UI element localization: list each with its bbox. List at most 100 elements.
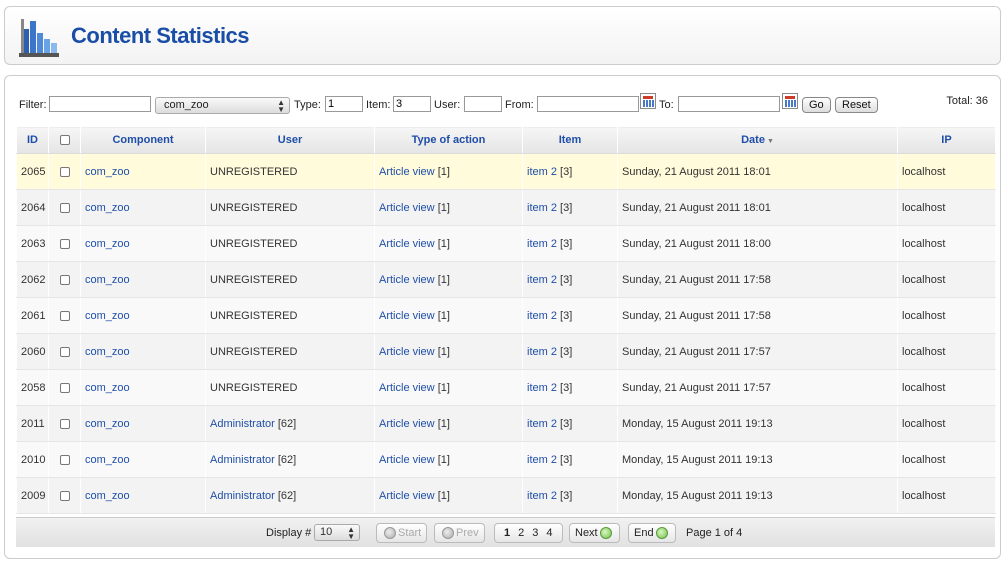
item-link[interactable]: item 2	[527, 166, 557, 178]
sort-date-link[interactable]: Date	[741, 134, 765, 146]
row-checkbox[interactable]	[59, 202, 70, 213]
go-button[interactable]: Go	[802, 97, 831, 113]
col-header-type[interactable]: Type of action	[374, 126, 523, 154]
item-link[interactable]: item 2	[527, 310, 557, 322]
cell-date: Sunday, 21 August 2011 18:01	[617, 153, 898, 190]
type-link[interactable]: Article view	[379, 202, 435, 214]
type-link[interactable]: Article view	[379, 166, 435, 178]
item-link[interactable]: item 2	[527, 490, 557, 502]
table-row[interactable]: 2065 com_zoo UNREGISTERED Article view [1] i…	[16, 153, 996, 190]
cell-type: Article view [1]	[374, 297, 523, 334]
filter-input[interactable]	[49, 96, 151, 112]
sort-user-link[interactable]: User	[278, 134, 302, 146]
item-input[interactable]	[393, 96, 431, 112]
table-row[interactable]: 2010 com_zoo Administrator [62] Article vie…	[16, 441, 996, 478]
table-row[interactable]: 2064 com_zoo UNREGISTERED Article view [1] i…	[16, 189, 996, 226]
table-row[interactable]: 2061 com_zoo UNREGISTERED Article view [1] i…	[16, 297, 996, 334]
cell-type: Article view [1]	[374, 189, 523, 226]
table-row[interactable]: 2011 com_zoo Administrator [62] Article vie…	[16, 405, 996, 442]
col-header-checkbox[interactable]	[48, 126, 81, 154]
item-link[interactable]: item 2	[527, 274, 557, 286]
col-header-item[interactable]: Item	[522, 126, 618, 154]
type-link[interactable]: Article view	[379, 490, 435, 502]
row-checkbox[interactable]	[59, 490, 70, 501]
component-link[interactable]: com_zoo	[85, 310, 130, 322]
item-link[interactable]: item 2	[527, 418, 557, 430]
component-link[interactable]: com_zoo	[85, 238, 130, 250]
component-link[interactable]: com_zoo	[85, 418, 130, 430]
end-button[interactable]: End	[628, 523, 676, 543]
col-header-user[interactable]: User	[205, 126, 375, 154]
item-link[interactable]: item 2	[527, 382, 557, 394]
type-link[interactable]: Article view	[379, 238, 435, 250]
item-link[interactable]: item 2	[527, 238, 557, 250]
row-checkbox[interactable]	[59, 454, 70, 465]
page-link-3[interactable]: 3	[532, 527, 538, 539]
select-all-checkbox[interactable]	[59, 135, 70, 146]
component-link[interactable]: com_zoo	[85, 454, 130, 466]
component-link[interactable]: com_zoo	[85, 490, 130, 502]
table-row[interactable]: 2063 com_zoo UNREGISTERED Article view [1] i…	[16, 225, 996, 262]
type-link[interactable]: Article view	[379, 346, 435, 358]
row-checkbox[interactable]	[59, 274, 70, 285]
reset-button[interactable]: Reset	[835, 97, 878, 113]
cell-type: Article view [1]	[374, 333, 523, 370]
statistics-panel: Filter: com_zoo ▲▼ Type: Item: User: Fro…	[4, 75, 1001, 559]
component-link[interactable]: com_zoo	[85, 274, 130, 286]
component-link[interactable]: com_zoo	[85, 382, 130, 394]
row-checkbox[interactable]	[59, 382, 70, 393]
user-link[interactable]: Administrator	[210, 418, 275, 430]
sort-component-link[interactable]: Component	[112, 134, 173, 146]
to-date-input[interactable]	[678, 96, 780, 112]
next-button[interactable]: Next	[569, 523, 620, 543]
cell-checkbox	[48, 225, 81, 262]
item-link[interactable]: item 2	[527, 346, 557, 358]
type-link[interactable]: Article view	[379, 274, 435, 286]
component-select[interactable]: com_zoo ▲ ▼	[155, 97, 290, 114]
sort-item-link[interactable]: Item	[559, 134, 582, 146]
from-calendar-icon[interactable]	[640, 93, 656, 109]
col-header-date[interactable]: Date ▼	[617, 126, 898, 154]
type-link[interactable]: Article view	[379, 418, 435, 430]
item-link[interactable]: item 2	[527, 454, 557, 466]
type-input[interactable]	[325, 96, 363, 112]
sort-ip-link[interactable]: IP	[941, 134, 951, 146]
col-header-component[interactable]: Component	[80, 126, 206, 154]
display-count-select[interactable]: 10 ▲ ▼	[314, 524, 360, 541]
sort-id-link[interactable]: ID	[27, 134, 38, 146]
user-link[interactable]: Administrator	[210, 490, 275, 502]
cell-checkbox	[48, 153, 81, 190]
type-link[interactable]: Article view	[379, 382, 435, 394]
component-link[interactable]: com_zoo	[85, 166, 130, 178]
from-date-input[interactable]	[537, 96, 639, 112]
start-button[interactable]: Start	[376, 523, 428, 543]
row-checkbox[interactable]	[59, 310, 70, 321]
table-row[interactable]: 2058 com_zoo UNREGISTERED Article view [1] i…	[16, 369, 996, 406]
row-checkbox[interactable]	[59, 346, 70, 357]
page-link-2[interactable]: 2	[518, 527, 524, 539]
cell-item: item 2 [3]	[522, 297, 618, 334]
sort-type-link[interactable]: Type of action	[412, 134, 486, 146]
cell-item: item 2 [3]	[522, 477, 618, 514]
to-calendar-icon[interactable]	[782, 93, 798, 109]
page-link-4[interactable]: 4	[546, 527, 552, 539]
col-header-id[interactable]: ID	[16, 126, 49, 154]
user-input[interactable]	[464, 96, 502, 112]
item-link[interactable]: item 2	[527, 202, 557, 214]
prev-button[interactable]: Prev	[434, 523, 485, 543]
component-link[interactable]: com_zoo	[85, 202, 130, 214]
table-row[interactable]: 2060 com_zoo UNREGISTERED Article view [1] i…	[16, 333, 996, 370]
col-header-ip[interactable]: IP	[897, 126, 996, 154]
from-label: From:	[505, 99, 534, 111]
cell-checkbox	[48, 369, 81, 406]
row-checkbox[interactable]	[59, 418, 70, 429]
page-link-1[interactable]: 1	[504, 527, 510, 539]
user-link[interactable]: Administrator	[210, 454, 275, 466]
type-link[interactable]: Article view	[379, 310, 435, 322]
row-checkbox[interactable]	[59, 166, 70, 177]
type-link[interactable]: Article view	[379, 454, 435, 466]
table-row[interactable]: 2009 com_zoo Administrator [62] Article vie…	[16, 477, 996, 514]
component-link[interactable]: com_zoo	[85, 346, 130, 358]
table-row[interactable]: 2062 com_zoo UNREGISTERED Article view [1] i…	[16, 261, 996, 298]
row-checkbox[interactable]	[59, 238, 70, 249]
